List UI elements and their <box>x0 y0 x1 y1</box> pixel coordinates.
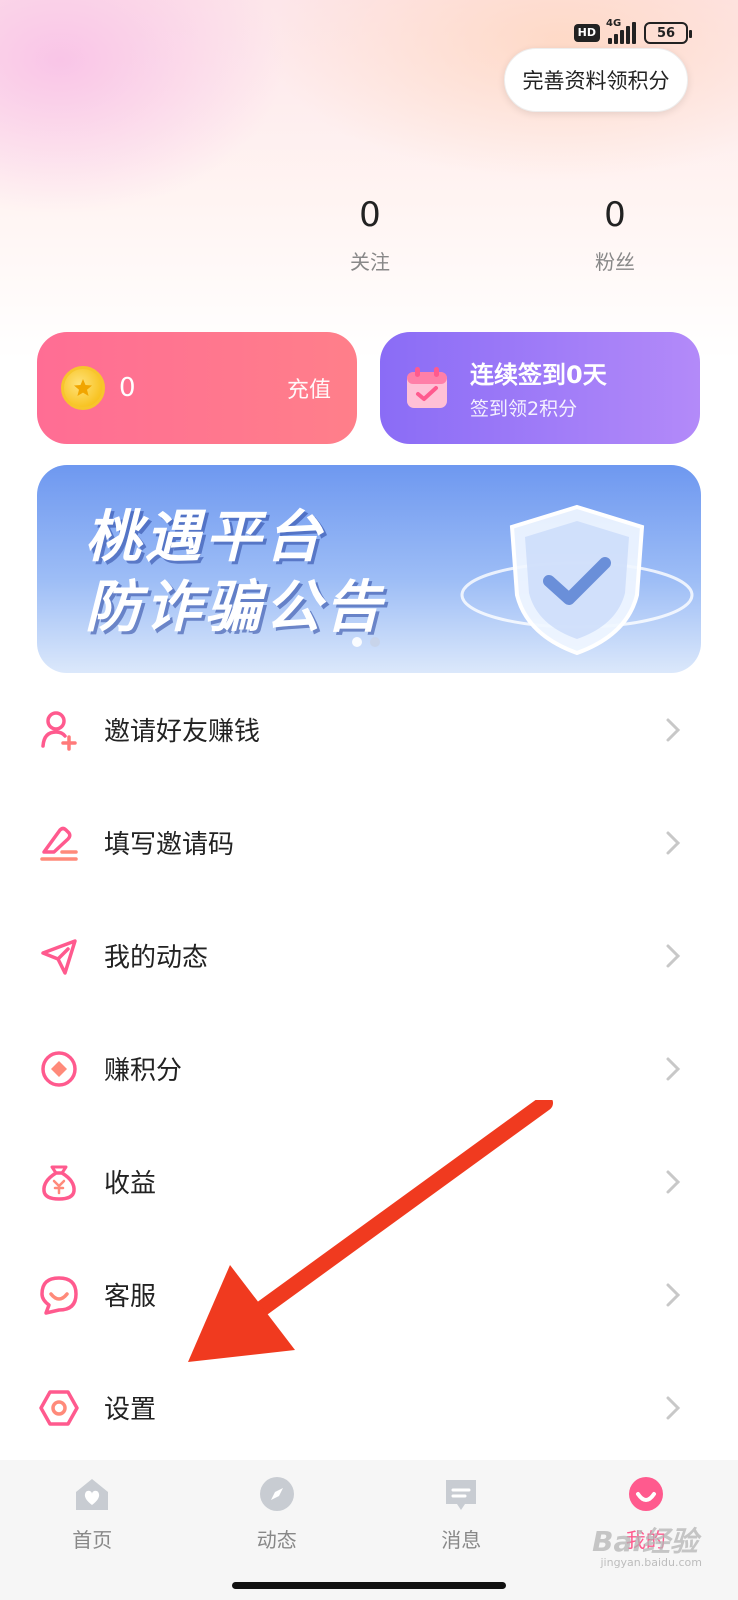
hd-indicator: HD <box>573 24 600 42</box>
signal-icon: 4G <box>606 18 636 44</box>
follow-stat[interactable]: 0 关注 <box>310 190 430 275</box>
fans-count: 0 <box>604 195 626 235</box>
fans-label: 粉丝 <box>595 250 635 274</box>
chevron-right-icon <box>666 1057 681 1080</box>
settings-hex-icon <box>39 1389 79 1426</box>
banner-line-1: 桃遇平台 <box>85 505 325 570</box>
chevron-right-icon <box>666 944 681 967</box>
tab-label: 消息 <box>441 1528 482 1552</box>
signin-subtitle: 签到领2积分 <box>470 398 578 420</box>
status-bar: HD 4G 56 <box>573 18 692 48</box>
coin-balance: 0 <box>119 373 136 403</box>
complete-profile-button[interactable]: 完善资料领积分 <box>504 48 688 112</box>
battery-level: 56 <box>656 25 676 41</box>
menu-item-invite-code[interactable]: 填写邀请码 <box>0 786 738 899</box>
follow-label: 关注 <box>350 250 390 274</box>
complete-profile-label: 完善资料领积分 <box>522 69 670 93</box>
menu-label: 客服 <box>104 1282 157 1312</box>
shield-check-icon <box>460 504 694 656</box>
pagination-dot <box>370 637 380 647</box>
battery-icon: 56 <box>644 22 692 44</box>
paper-plane-icon <box>41 938 77 975</box>
tab-feed[interactable]: 动态 <box>185 1460 370 1600</box>
home-indicator[interactable] <box>232 1582 506 1589</box>
menu-label: 赚积分 <box>104 1056 183 1086</box>
menu-item-my-posts[interactable]: 我的动态 <box>0 899 738 1012</box>
pen-icon <box>40 826 78 861</box>
banner-line-2: 防诈骗公告 <box>85 575 385 640</box>
pagination-dot-active <box>352 637 362 647</box>
tab-label: 首页 <box>72 1528 113 1552</box>
money-bag-icon <box>42 1165 76 1201</box>
chevron-right-icon <box>666 1170 681 1193</box>
red-arrow-annotation <box>188 1100 553 1362</box>
banner-pagination <box>352 637 380 647</box>
chevron-right-icon <box>666 1283 681 1306</box>
signin-card[interactable]: 连续签到0天 签到领2积分 <box>380 332 700 444</box>
coin-target-icon <box>41 1050 77 1087</box>
home-icon <box>76 1479 109 1510</box>
recharge-button[interactable]: 充值 <box>287 372 331 404</box>
menu-label: 填写邀请码 <box>104 830 235 860</box>
tab-messages[interactable]: 消息 <box>369 1460 554 1600</box>
banner-text: 桃遇平台 防诈骗公告 <box>85 503 385 643</box>
chevron-right-icon <box>666 831 681 854</box>
profile-icon <box>628 1477 663 1511</box>
calendar-check-icon <box>407 367 447 408</box>
coin-icon <box>61 366 105 410</box>
fans-stat[interactable]: 0 粉丝 <box>555 190 675 275</box>
menu-item-invite-friends[interactable]: 邀请好友赚钱 <box>0 673 738 786</box>
follow-count: 0 <box>359 195 381 235</box>
anti-fraud-banner[interactable]: 桃遇平台 防诈骗公告 <box>37 465 701 673</box>
tab-label: 动态 <box>256 1528 297 1552</box>
message-icon <box>446 1480 477 1510</box>
network-type: 4G <box>606 18 622 29</box>
watermark-url: jingyan.baidu.com <box>600 1556 702 1569</box>
coin-card[interactable]: 0 充值 <box>37 332 357 444</box>
add-user-icon <box>41 710 77 751</box>
chevron-right-icon <box>666 1396 681 1419</box>
menu-label: 我的动态 <box>104 943 209 973</box>
customer-service-icon <box>40 1275 78 1315</box>
menu-label: 邀请好友赚钱 <box>104 717 261 747</box>
menu-label: 收益 <box>104 1169 157 1199</box>
stats-row: 0 关注 0 粉丝 <box>0 190 738 290</box>
chevron-right-icon <box>666 718 681 741</box>
compass-icon <box>259 1477 294 1511</box>
menu-label: 设置 <box>104 1395 157 1425</box>
watermark: Bai经验 <box>592 1525 698 1558</box>
signin-title: 连续签到0天 <box>470 361 607 389</box>
tab-home[interactable]: 首页 <box>0 1460 185 1600</box>
